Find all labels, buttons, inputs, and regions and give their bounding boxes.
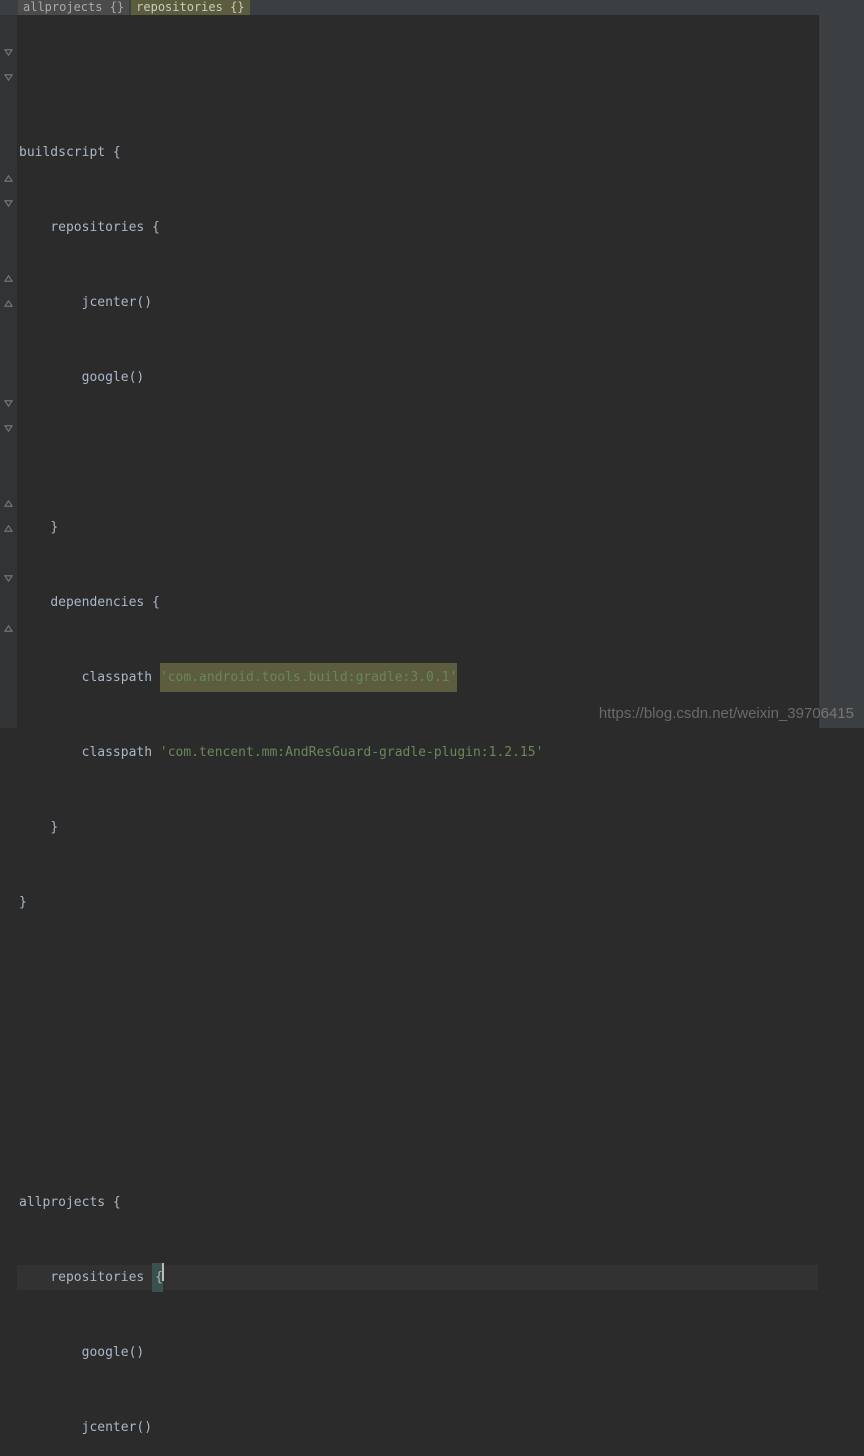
breadcrumb-item-active[interactable]: repositories {} <box>131 0 249 15</box>
fold-close-icon[interactable] <box>3 273 14 284</box>
selected-text: 'com.android.tools.build:gradle:3.0.1' <box>160 663 457 692</box>
code-line <box>17 65 818 90</box>
code-line: repositories { <box>17 215 818 240</box>
code-line: jcenter() <box>17 290 818 315</box>
code-line: google() <box>17 1340 818 1365</box>
code-line: buildscript { <box>17 140 818 165</box>
code-line: } <box>17 815 818 840</box>
brace-match: { <box>152 1263 163 1292</box>
code-line: classpath 'com.tencent.mm:AndResGuard-gr… <box>17 740 818 765</box>
fold-close-icon[interactable] <box>3 498 14 509</box>
fold-open-icon[interactable] <box>3 72 14 83</box>
fold-open-icon[interactable] <box>3 398 14 409</box>
fold-open-icon[interactable] <box>3 573 14 584</box>
code-line <box>17 440 818 465</box>
fold-open-icon[interactable] <box>3 47 14 58</box>
breadcrumb-item[interactable]: allprojects {} <box>18 0 129 15</box>
code-line: google() <box>17 365 818 390</box>
code-line <box>17 1040 818 1065</box>
fold-gutter <box>0 15 17 728</box>
code-line <box>17 1115 818 1140</box>
fold-open-icon[interactable] <box>3 423 14 434</box>
code-line: allprojects { <box>17 1190 818 1215</box>
code-line: } <box>17 515 818 540</box>
breadcrumb-bar: allprojects {} repositories {} <box>0 0 864 15</box>
fold-close-icon[interactable] <box>3 173 14 184</box>
code-line: jcenter() <box>17 1415 818 1440</box>
code-line <box>17 965 818 990</box>
code-line: dependencies { <box>17 590 818 615</box>
code-editor: buildscript { repositories { jcenter() g… <box>0 15 864 728</box>
scrollbar-track[interactable] <box>818 15 864 728</box>
fold-close-icon[interactable] <box>3 298 14 309</box>
code-area[interactable]: buildscript { repositories { jcenter() g… <box>17 15 818 728</box>
fold-open-icon[interactable] <box>3 198 14 209</box>
code-line-current: repositories { <box>17 1265 818 1290</box>
code-line: } <box>17 890 818 915</box>
fold-close-icon[interactable] <box>3 523 14 534</box>
code-line: classpath 'com.android.tools.build:gradl… <box>17 665 818 690</box>
fold-close-icon[interactable] <box>3 623 14 634</box>
